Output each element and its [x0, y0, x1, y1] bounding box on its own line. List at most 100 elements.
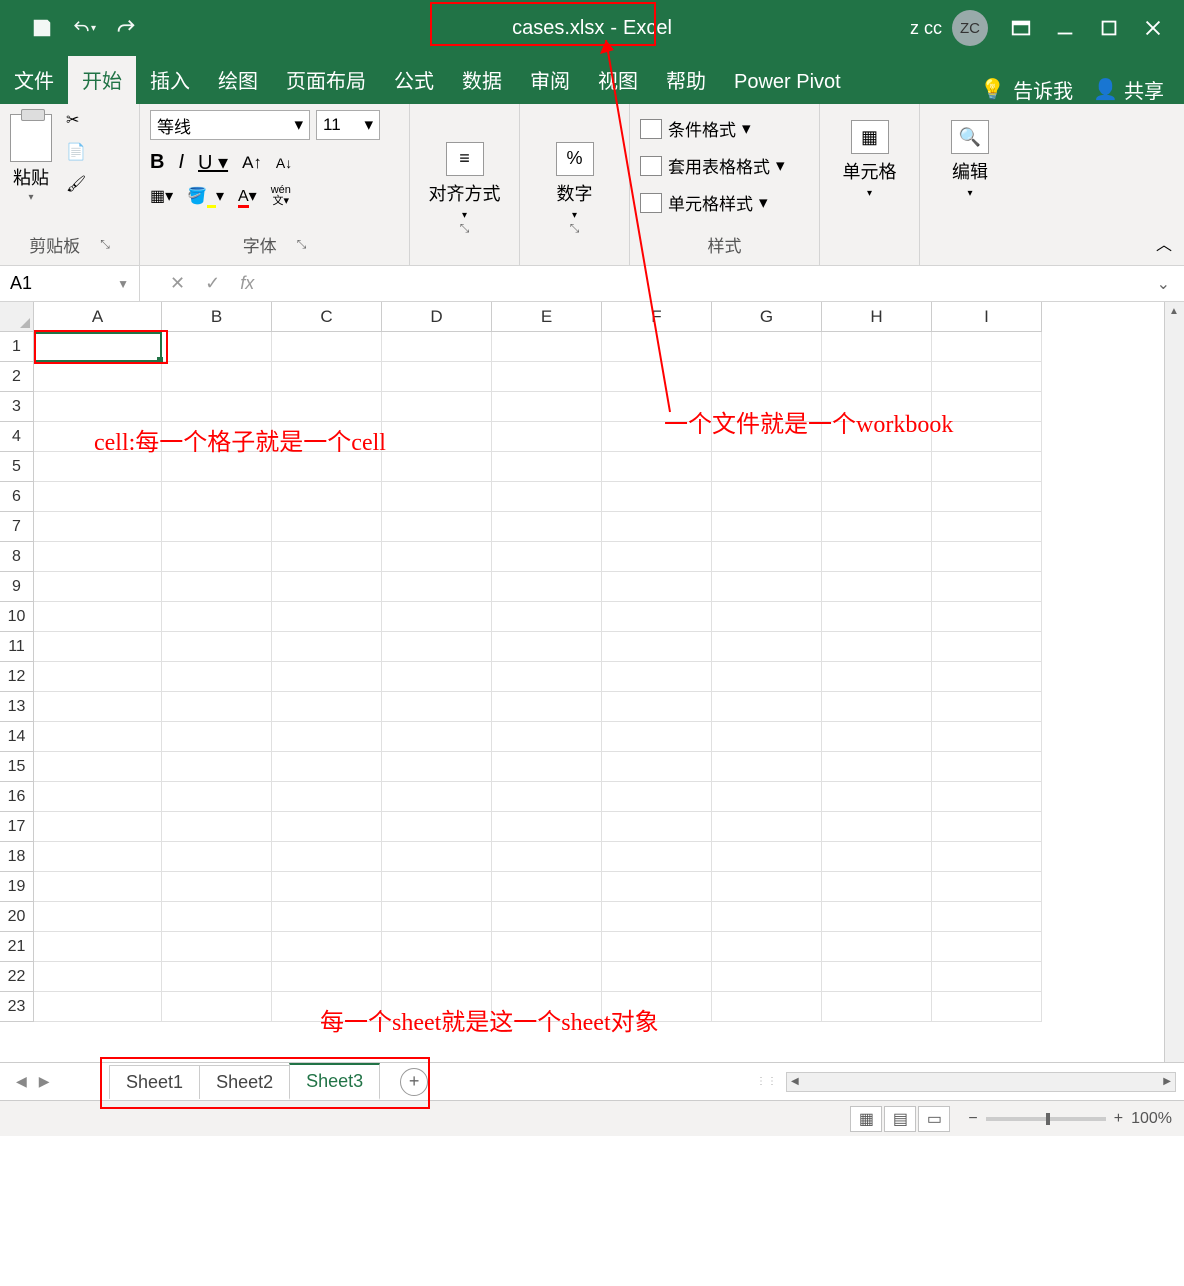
cell[interactable]	[822, 752, 932, 782]
cell[interactable]	[34, 872, 162, 902]
cell[interactable]	[602, 512, 712, 542]
cell[interactable]	[272, 752, 382, 782]
row-header[interactable]: 4	[0, 422, 34, 452]
cell[interactable]	[272, 602, 382, 632]
cell[interactable]	[492, 602, 602, 632]
cell[interactable]	[712, 812, 822, 842]
cell[interactable]	[492, 722, 602, 752]
col-header-F[interactable]: F	[602, 302, 712, 332]
cells-button[interactable]: ▦ 单元格▾	[830, 110, 909, 199]
cell[interactable]	[712, 662, 822, 692]
row-header[interactable]: 7	[0, 512, 34, 542]
cell[interactable]	[932, 992, 1042, 1022]
cell[interactable]	[34, 662, 162, 692]
tell-me[interactable]: 💡 告诉我	[980, 75, 1073, 104]
cell[interactable]	[492, 452, 602, 482]
cell[interactable]	[602, 452, 712, 482]
cell[interactable]	[492, 782, 602, 812]
cell[interactable]	[492, 692, 602, 722]
vertical-scrollbar[interactable]	[1164, 302, 1184, 1062]
row-header[interactable]: 21	[0, 932, 34, 962]
tab-powerpivot[interactable]: Power Pivot	[720, 61, 855, 104]
horizontal-scrollbar[interactable]: ◀▶	[786, 1072, 1176, 1092]
dialog-launcher-icon[interactable]: ⤡	[100, 237, 110, 252]
cell[interactable]	[34, 842, 162, 872]
cell[interactable]	[272, 902, 382, 932]
row-header[interactable]: 15	[0, 752, 34, 782]
cell[interactable]	[712, 722, 822, 752]
col-header-H[interactable]: H	[822, 302, 932, 332]
cell[interactable]	[492, 812, 602, 842]
cell[interactable]	[272, 482, 382, 512]
cell[interactable]	[932, 962, 1042, 992]
row-header[interactable]: 17	[0, 812, 34, 842]
cell[interactable]	[712, 782, 822, 812]
cell[interactable]	[34, 602, 162, 632]
cell[interactable]	[382, 422, 492, 452]
row-header[interactable]: 20	[0, 902, 34, 932]
cell[interactable]	[162, 362, 272, 392]
name-box[interactable]: A1▼	[0, 266, 140, 301]
cell[interactable]	[712, 902, 822, 932]
cell[interactable]	[34, 992, 162, 1022]
cell[interactable]	[492, 512, 602, 542]
cell[interactable]	[932, 602, 1042, 632]
cell[interactable]	[492, 902, 602, 932]
row-header[interactable]: 8	[0, 542, 34, 572]
cell[interactable]	[602, 482, 712, 512]
cell[interactable]	[382, 662, 492, 692]
cell[interactable]	[162, 482, 272, 512]
cell[interactable]	[382, 482, 492, 512]
cell[interactable]	[34, 962, 162, 992]
cell[interactable]	[932, 872, 1042, 902]
row-header[interactable]: 19	[0, 872, 34, 902]
cell[interactable]	[382, 572, 492, 602]
cell[interactable]	[382, 392, 492, 422]
font-name-combo[interactable]: 等线▾	[150, 110, 310, 140]
dialog-launcher-icon[interactable]: ⤡	[297, 237, 307, 252]
col-header-G[interactable]: G	[712, 302, 822, 332]
edit-button[interactable]: 🔍 编辑▾	[930, 110, 1010, 199]
col-header-C[interactable]: C	[272, 302, 382, 332]
cell[interactable]	[932, 662, 1042, 692]
cell[interactable]	[932, 752, 1042, 782]
cell[interactable]	[34, 512, 162, 542]
cell[interactable]	[162, 872, 272, 902]
cell[interactable]	[932, 932, 1042, 962]
cell[interactable]	[382, 782, 492, 812]
enter-icon[interactable]: ✓	[205, 273, 220, 294]
zoom-in-button[interactable]: +	[1114, 1110, 1123, 1128]
row-header[interactable]: 23	[0, 992, 34, 1022]
cell[interactable]	[34, 542, 162, 572]
row-header[interactable]: 9	[0, 572, 34, 602]
cell[interactable]	[34, 572, 162, 602]
cut-icon[interactable]: ✂	[66, 110, 90, 132]
cell[interactable]	[382, 542, 492, 572]
cell[interactable]	[822, 962, 932, 992]
cell[interactable]	[712, 692, 822, 722]
fx-icon[interactable]: fx	[240, 273, 254, 294]
cell[interactable]	[162, 332, 272, 362]
cell[interactable]	[602, 662, 712, 692]
cell[interactable]	[272, 362, 382, 392]
cell[interactable]	[492, 752, 602, 782]
cell[interactable]	[602, 842, 712, 872]
cell[interactable]	[822, 632, 932, 662]
underline-button[interactable]: U ▾	[198, 150, 228, 175]
cell[interactable]	[822, 902, 932, 932]
cell[interactable]	[932, 362, 1042, 392]
cell[interactable]	[932, 902, 1042, 932]
cell[interactable]	[162, 902, 272, 932]
cell[interactable]	[602, 692, 712, 722]
cell[interactable]	[602, 332, 712, 362]
cell[interactable]	[34, 722, 162, 752]
cell[interactable]	[932, 572, 1042, 602]
cell[interactable]	[272, 572, 382, 602]
border-icon[interactable]: ▦▾	[150, 186, 173, 206]
cell[interactable]	[34, 392, 162, 422]
page-break-icon[interactable]: ▭	[918, 1106, 950, 1132]
cell[interactable]	[272, 332, 382, 362]
cell[interactable]	[382, 332, 492, 362]
cell[interactable]	[492, 632, 602, 662]
cell[interactable]	[712, 362, 822, 392]
